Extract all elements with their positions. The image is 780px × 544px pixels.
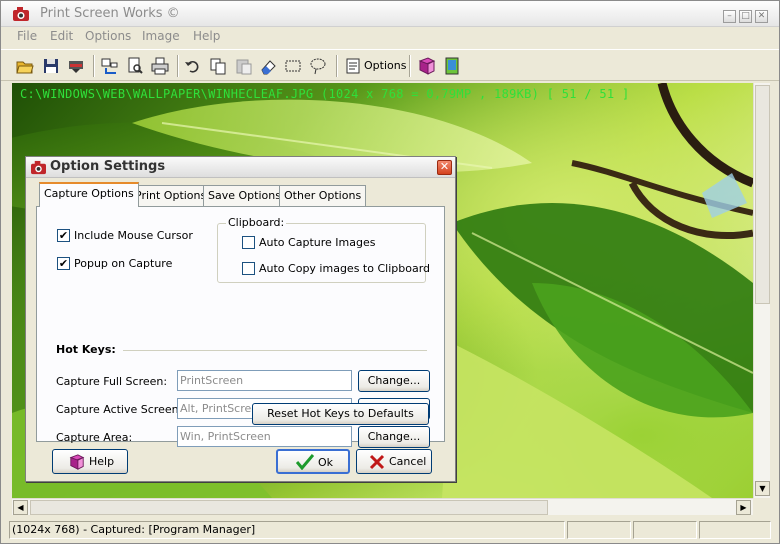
tab-save-options[interactable]: Save Options — [203, 185, 286, 206]
toolbar-separator — [336, 55, 338, 77]
options-icon — [345, 58, 361, 74]
dialog-title: Option Settings — [50, 159, 166, 174]
help-button[interactable]: Help — [52, 449, 128, 474]
cancel-x-icon — [369, 454, 385, 470]
dialog-close-button[interactable]: ✕ — [437, 160, 452, 175]
vertical-scrollbar[interactable]: ▼ — [753, 83, 770, 498]
toolbar-separator — [409, 55, 411, 77]
open-folder-icon[interactable] — [16, 57, 34, 75]
menu-help[interactable]: Help — [193, 29, 220, 43]
scrollbar-corner — [753, 498, 770, 515]
popup-on-capture-checkbox[interactable]: ✔ — [57, 257, 70, 270]
toolbar: Options — [1, 49, 779, 81]
copy-icon[interactable] — [209, 57, 227, 75]
book-icon[interactable] — [418, 57, 436, 75]
menu-file[interactable]: File — [17, 29, 37, 43]
checkmark-icon — [295, 454, 315, 471]
toolbar-separator — [177, 55, 179, 77]
auto-copy-clipboard-label: Auto Copy images to Clipboard — [259, 262, 431, 275]
change-full-screen-button[interactable]: Change... — [358, 370, 430, 392]
hotkeys-divider — [123, 350, 427, 351]
dialog-title-bar: Option Settings ✕ — [26, 157, 455, 178]
toolbar-separator — [93, 55, 95, 77]
auto-copy-clipboard-checkbox[interactable] — [242, 262, 255, 275]
clipboard-legend: Clipboard: — [226, 216, 287, 229]
paste-icon[interactable] — [235, 57, 253, 75]
close-button[interactable]: ✕ — [755, 10, 768, 23]
window-title: Print Screen Works © — [40, 6, 180, 21]
include-mouse-cursor-label: Include Mouse Cursor — [74, 229, 193, 242]
title-bar: Print Screen Works © – □ ✕ — [1, 1, 779, 27]
menu-bar: File Edit Options Image Help — [1, 27, 779, 47]
help-button-label: Help — [89, 455, 115, 468]
popup-on-capture-label: Popup on Capture — [74, 257, 173, 270]
app-window: Print Screen Works © – □ ✕ File Edit Opt… — [0, 0, 780, 544]
clipboard-group: Clipboard: Auto Capture Images Auto Copy… — [217, 216, 430, 283]
horizontal-scrollbar[interactable]: ◀ ▶ — [12, 498, 753, 515]
save-as-icon[interactable] — [67, 57, 85, 75]
status-pane — [567, 521, 631, 539]
camera-icon — [30, 160, 47, 175]
image-info-label: C:\WINDOWS\WEB\WALLPAPER\WINHECLEAF.JPG … — [20, 87, 630, 101]
capture-icon[interactable] — [101, 57, 119, 75]
horizontal-scroll-thumb[interactable] — [30, 500, 548, 515]
scroll-right-arrow-icon[interactable]: ▶ — [736, 500, 751, 515]
change-area-button[interactable]: Change... — [358, 426, 430, 448]
maximize-button[interactable]: □ — [739, 10, 752, 23]
print-preview-icon[interactable] — [126, 57, 144, 75]
scroll-down-arrow-icon[interactable]: ▼ — [755, 481, 770, 496]
capture-full-screen-label: Capture Full Screen: — [56, 375, 168, 388]
ok-button[interactable]: Ok — [276, 449, 350, 474]
cancel-button[interactable]: Cancel — [356, 449, 432, 474]
option-settings-dialog: Option Settings ✕ Capture Options Print … — [25, 156, 456, 482]
menu-image[interactable]: Image — [142, 29, 180, 43]
undo-icon[interactable] — [184, 57, 202, 75]
capture-active-screen-label: Capture Active Screen: — [56, 403, 183, 416]
hotkeys-heading: Hot Keys: — [56, 343, 116, 356]
ok-button-label: Ok — [318, 456, 334, 469]
wallpaper-icon[interactable] — [443, 57, 461, 75]
book-icon — [69, 454, 85, 470]
capture-full-screen-field[interactable]: PrintScreen — [177, 370, 352, 391]
print-icon[interactable] — [151, 57, 169, 75]
status-text: (1024x 768) - Captured: [Program Manager… — [9, 521, 565, 539]
menu-options[interactable]: Options — [85, 29, 131, 43]
auto-capture-images-checkbox[interactable] — [242, 236, 255, 249]
capture-area-field[interactable]: Win, PrintScreen — [177, 426, 352, 447]
select-rectangle-icon[interactable] — [284, 57, 302, 75]
minimize-button[interactable]: – — [723, 10, 736, 23]
tab-capture-options[interactable]: Capture Options — [39, 182, 139, 207]
options-label: Options — [364, 59, 407, 72]
cancel-button-label: Cancel — [389, 455, 427, 468]
tab-print-options[interactable]: Print Options — [130, 185, 212, 206]
auto-capture-images-label: Auto Capture Images — [259, 236, 376, 249]
eraser-icon[interactable] — [259, 57, 277, 75]
scroll-left-arrow-icon[interactable]: ◀ — [13, 500, 28, 515]
status-bar: (1024x 768) - Captured: [Program Manager… — [1, 519, 779, 541]
lasso-icon[interactable] — [309, 57, 327, 75]
capture-area-label: Capture Area: — [56, 431, 133, 444]
camera-icon — [12, 6, 30, 22]
status-pane — [633, 521, 697, 539]
tab-other-options[interactable]: Other Options — [279, 185, 367, 206]
reset-hotkeys-button[interactable]: Reset Hot Keys to Defaults — [252, 403, 429, 425]
vertical-scroll-thumb[interactable] — [755, 85, 770, 304]
status-pane — [699, 521, 771, 539]
save-icon[interactable] — [42, 57, 60, 75]
include-mouse-cursor-checkbox[interactable]: ✔ — [57, 229, 70, 242]
menu-edit[interactable]: Edit — [50, 29, 73, 43]
